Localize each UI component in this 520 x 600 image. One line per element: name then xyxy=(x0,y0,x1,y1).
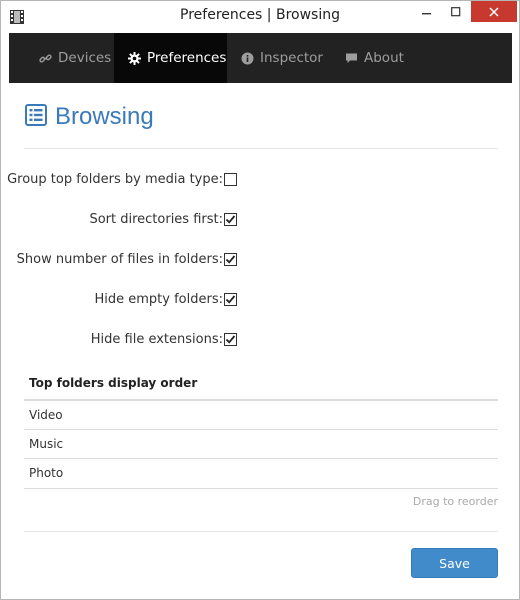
tab-inspector-label: Inspector xyxy=(260,50,323,66)
page-title: Browsing xyxy=(55,103,154,130)
nav-bar: Devices Preferences Inspector About xyxy=(9,33,512,83)
gear-icon xyxy=(128,51,141,65)
option-label: Show number of files in folders: xyxy=(16,252,223,267)
checkmark-icon xyxy=(225,295,236,304)
tab-about-label: About xyxy=(364,50,404,66)
tab-devices-label: Devices xyxy=(58,50,112,66)
tab-preferences-label: Preferences xyxy=(147,50,227,66)
tab-inspector[interactable]: Inspector xyxy=(227,33,331,83)
hide-file-extensions-checkbox[interactable] xyxy=(224,333,237,346)
option-label: Group top folders by media type: xyxy=(7,172,223,187)
minimize-icon xyxy=(421,2,432,21)
page-heading: Browsing xyxy=(25,103,154,131)
option-row-show-file-count: Show number of files in folders: xyxy=(9,250,269,270)
comment-icon xyxy=(345,52,358,65)
checkmark-icon xyxy=(225,215,236,224)
show-file-count-checkbox[interactable] xyxy=(224,253,237,266)
tab-devices[interactable]: Devices xyxy=(9,33,114,83)
option-label: Hide empty folders: xyxy=(94,292,224,307)
app-window: Preferences | Browsing Devices Preferenc… xyxy=(0,0,520,600)
close-button[interactable] xyxy=(471,1,517,22)
option-row-hide-empty-folders: Hide empty folders: xyxy=(9,290,269,310)
option-row-hide-file-extensions: Hide file extensions: xyxy=(9,330,269,350)
divider xyxy=(24,531,498,532)
list-icon xyxy=(25,104,47,130)
option-row-group-by-media: Group top folders by media type: xyxy=(7,170,269,190)
option-row-sort-directories: Sort directories first: xyxy=(9,210,269,230)
divider xyxy=(24,148,498,149)
maximize-button[interactable] xyxy=(442,1,469,22)
tab-about[interactable]: About xyxy=(331,33,421,83)
tab-preferences[interactable]: Preferences xyxy=(114,33,227,83)
save-button[interactable]: Save xyxy=(411,548,498,578)
display-order-title: Top folders display order xyxy=(29,376,198,390)
title-bar[interactable]: Preferences | Browsing xyxy=(1,1,519,33)
sort-directories-checkbox[interactable] xyxy=(224,213,237,226)
maximize-icon xyxy=(450,2,461,21)
info-icon xyxy=(241,52,254,65)
group-by-media-checkbox[interactable] xyxy=(224,173,237,186)
list-item[interactable]: Video xyxy=(24,399,498,429)
display-order-list: Video Music Photo xyxy=(24,399,498,489)
checkmark-icon xyxy=(225,255,236,264)
link-icon xyxy=(39,52,52,65)
checkmark-icon xyxy=(225,335,236,344)
preferences-panel: Browsing Group top folders by media type… xyxy=(7,83,512,597)
reorder-hint: Drag to reorder xyxy=(412,495,498,508)
close-icon xyxy=(489,2,499,21)
minimize-button[interactable] xyxy=(413,1,440,22)
option-label: Sort directories first: xyxy=(89,212,223,227)
list-item[interactable]: Photo xyxy=(24,458,498,488)
option-label: Hide file extensions: xyxy=(90,332,223,347)
hide-empty-folders-checkbox[interactable] xyxy=(224,293,237,306)
list-item[interactable]: Music xyxy=(24,428,498,459)
